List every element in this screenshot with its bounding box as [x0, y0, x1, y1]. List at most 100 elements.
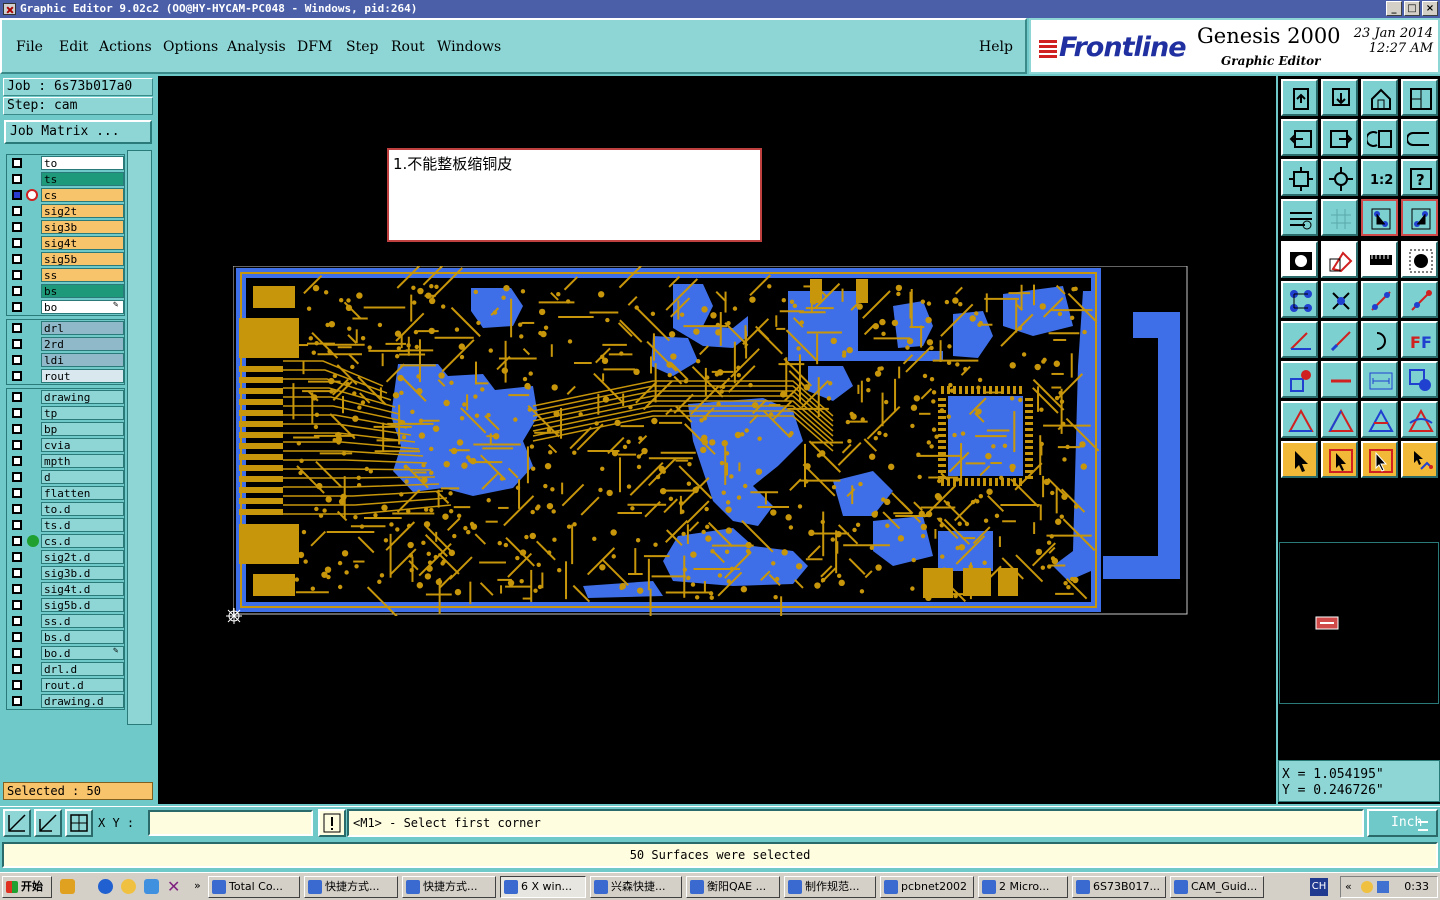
- clock-icon[interactable]: [121, 879, 136, 894]
- layer-row-drawing-d[interactable]: drawing.d: [7, 693, 124, 709]
- select-pointer-button[interactable]: [1281, 441, 1318, 478]
- layer-row-bo[interactable]: bo ✎: [7, 299, 124, 315]
- layer-checkbox[interactable]: [12, 584, 22, 594]
- layer-checkbox[interactable]: [12, 206, 22, 216]
- layer-row-mpth[interactable]: mpth: [7, 453, 124, 469]
- line-draw-button[interactable]: [1321, 321, 1358, 358]
- snap-mode-button[interactable]: [3, 809, 31, 837]
- layer-name[interactable]: cvia: [41, 438, 124, 452]
- taskbar-item[interactable]: Total Co...: [208, 876, 300, 898]
- layer-name[interactable]: rout.d: [41, 678, 124, 692]
- layer-row-sig3b-d[interactable]: sig3b.d: [7, 565, 124, 581]
- layer-row-to-d[interactable]: to.d: [7, 501, 124, 517]
- layer-row-d[interactable]: d: [7, 469, 124, 485]
- layer-checkbox[interactable]: [12, 355, 22, 365]
- layer-name[interactable]: ts: [41, 172, 124, 186]
- layer-checkbox[interactable]: [12, 392, 22, 402]
- xy-coordinate-input[interactable]: [148, 810, 313, 836]
- layer-row-rout[interactable]: rout: [7, 368, 124, 384]
- layer-name[interactable]: bo: [41, 300, 124, 314]
- layer-row-cs-d[interactable]: cs.d: [7, 533, 124, 549]
- tray-network-icon[interactable]: [1377, 881, 1389, 893]
- taskbar-item[interactable]: CAM_Guid...: [1170, 876, 1264, 898]
- layer-row-ts-d[interactable]: ts.d: [7, 517, 124, 533]
- layer-checkbox[interactable]: [12, 302, 22, 312]
- fit-all-button[interactable]: [1281, 159, 1318, 196]
- menu-help[interactable]: Help: [979, 39, 1013, 55]
- layer-checkbox[interactable]: [12, 456, 22, 466]
- ruler-mode-button[interactable]: [1361, 241, 1398, 278]
- layer-name[interactable]: bp: [41, 422, 124, 436]
- layer-row-sig5b-d[interactable]: sig5b.d: [7, 597, 124, 613]
- select-net-button[interactable]: [1401, 441, 1438, 478]
- layer-checkbox[interactable]: [12, 371, 22, 381]
- angle-draw-button[interactable]: [1281, 321, 1318, 358]
- snap-node-button[interactable]: [1401, 281, 1438, 318]
- taskbar-item[interactable]: 快捷方式...: [304, 876, 398, 898]
- layer-checkbox[interactable]: [12, 190, 22, 200]
- layer-checkbox[interactable]: [12, 520, 22, 530]
- layer-checkbox[interactable]: [12, 270, 22, 280]
- layer-name[interactable]: drl.d: [41, 662, 124, 676]
- triangle-4-button[interactable]: [1401, 401, 1438, 438]
- layer-checkbox[interactable]: [12, 632, 22, 642]
- layer-checkbox[interactable]: [12, 664, 22, 674]
- tray-expand-icon[interactable]: «: [1345, 880, 1352, 893]
- units-toggle-button[interactable]: Inch: [1367, 809, 1438, 837]
- layer-row-2rd[interactable]: 2rd: [7, 336, 124, 352]
- layer-checkbox[interactable]: [12, 472, 22, 482]
- layer-name[interactable]: bs: [41, 284, 124, 298]
- menu-file[interactable]: File: [16, 39, 43, 55]
- arc-draw-button[interactable]: [1361, 321, 1398, 358]
- layer-checkbox[interactable]: [12, 504, 22, 514]
- pad-add-button[interactable]: [1281, 361, 1318, 398]
- layer-row-ts[interactable]: ts: [7, 171, 124, 187]
- taskbar-item[interactable]: 2 Micro...: [978, 876, 1068, 898]
- layer-checkbox[interactable]: [12, 600, 22, 610]
- copper-surfaces[interactable]: [391, 284, 1091, 598]
- layer-checkbox[interactable]: [12, 238, 22, 248]
- layer-checkbox[interactable]: [12, 254, 22, 264]
- alert-button[interactable]: [318, 809, 346, 837]
- layer-row-drl[interactable]: drl: [7, 320, 124, 336]
- connect-nodes-button[interactable]: [1281, 281, 1318, 318]
- layer-row-bs[interactable]: bs: [7, 283, 124, 299]
- cross-node-button[interactable]: [1321, 281, 1358, 318]
- layer-checkbox[interactable]: [12, 440, 22, 450]
- layer-row-sig5b[interactable]: sig5b: [7, 251, 124, 267]
- triangle-2-button[interactable]: [1321, 401, 1358, 438]
- layer-name[interactable]: sig5b: [41, 252, 124, 266]
- layer-name[interactable]: sig5b.d: [41, 598, 124, 612]
- layer-row-to[interactable]: to: [7, 155, 124, 171]
- layer-name[interactable]: sig2t.d: [41, 550, 124, 564]
- outline-mode-button[interactable]: [1321, 241, 1358, 278]
- layer-name[interactable]: ldi: [41, 353, 124, 367]
- layer-name[interactable]: bo.d: [41, 646, 124, 660]
- menu-actions[interactable]: Actions: [99, 39, 152, 55]
- layer-row-drawing[interactable]: drawing: [7, 389, 124, 405]
- layer-name[interactable]: sig3b: [41, 220, 124, 234]
- menu-windows[interactable]: Windows: [437, 39, 501, 55]
- home-view-button[interactable]: [1361, 79, 1398, 116]
- snap-points-button[interactable]: [1361, 199, 1398, 236]
- layer-name[interactable]: ss.d: [41, 614, 124, 628]
- text-flip-button[interactable]: FF: [1401, 321, 1438, 358]
- snap-center-button[interactable]: [1401, 199, 1438, 236]
- menu-options[interactable]: Options: [163, 39, 218, 55]
- layer-name[interactable]: drawing.d: [41, 694, 124, 708]
- measure-mode-button[interactable]: [34, 809, 62, 837]
- taskbar-item[interactable]: 兴森快捷...: [590, 876, 682, 898]
- layer-checkbox[interactable]: [12, 616, 22, 626]
- minus-tool-button[interactable]: [1321, 361, 1358, 398]
- layer-checkbox[interactable]: [12, 286, 22, 296]
- layer-name[interactable]: to: [41, 156, 124, 170]
- center-view-button[interactable]: [1321, 159, 1358, 196]
- layer-name[interactable]: sig3b.d: [41, 566, 124, 580]
- layer-row-sig2t-d[interactable]: sig2t.d: [7, 549, 124, 565]
- minimize-button[interactable]: _: [1386, 1, 1402, 16]
- layer-name[interactable]: ss: [41, 268, 124, 282]
- layer-name[interactable]: rout: [41, 369, 124, 383]
- group-tool-button[interactable]: [1401, 361, 1438, 398]
- layer-row-flatten[interactable]: flatten: [7, 485, 124, 501]
- menu-dfm[interactable]: DFM: [297, 39, 332, 55]
